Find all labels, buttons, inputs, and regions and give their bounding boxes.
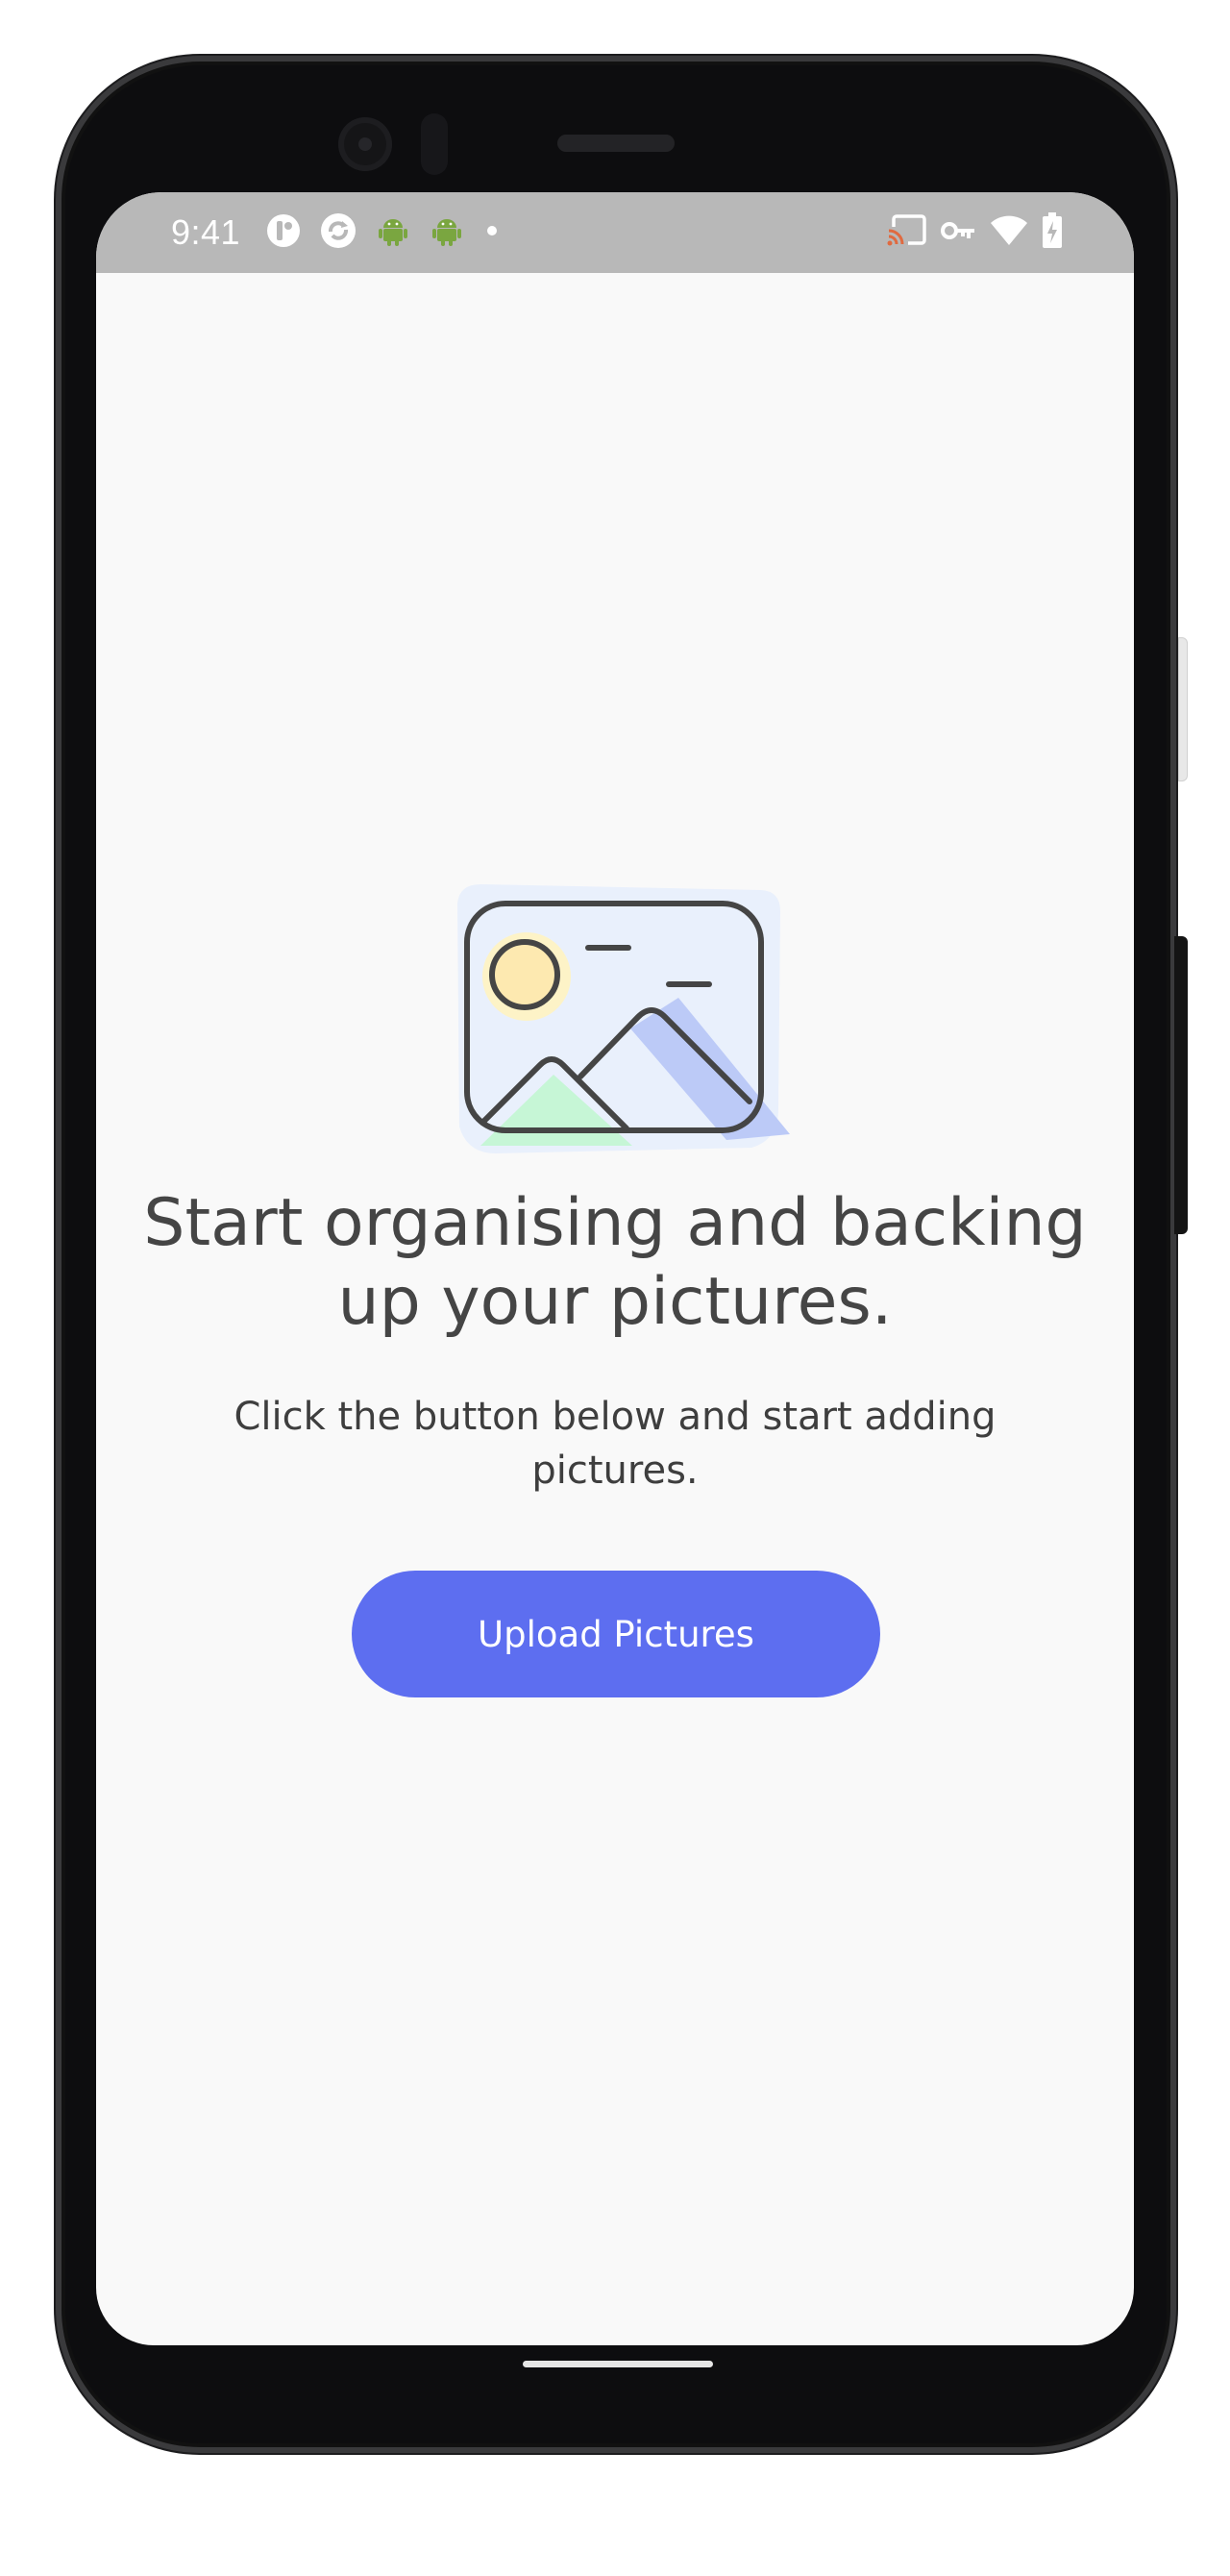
earpiece-speaker [557, 135, 675, 152]
volume-button [1178, 637, 1188, 781]
empty-state-headline: Start organising and backing up your pic… [143, 1185, 1087, 1340]
picture-illustration-icon [457, 884, 790, 1153]
empty-state-subtext: Click the button below and start adding … [234, 1395, 996, 1493]
app-screen: 9:41 Start organising and backing up you… [96, 192, 1134, 2345]
power-button [1174, 936, 1188, 1234]
front-camera [338, 117, 392, 171]
proximity-sensor [421, 113, 448, 175]
empty-state: Start organising and backing up your pic… [96, 192, 1134, 2345]
home-indicator[interactable] [523, 2361, 713, 2367]
upload-pictures-button[interactable]: Upload Pictures [352, 1571, 880, 1697]
